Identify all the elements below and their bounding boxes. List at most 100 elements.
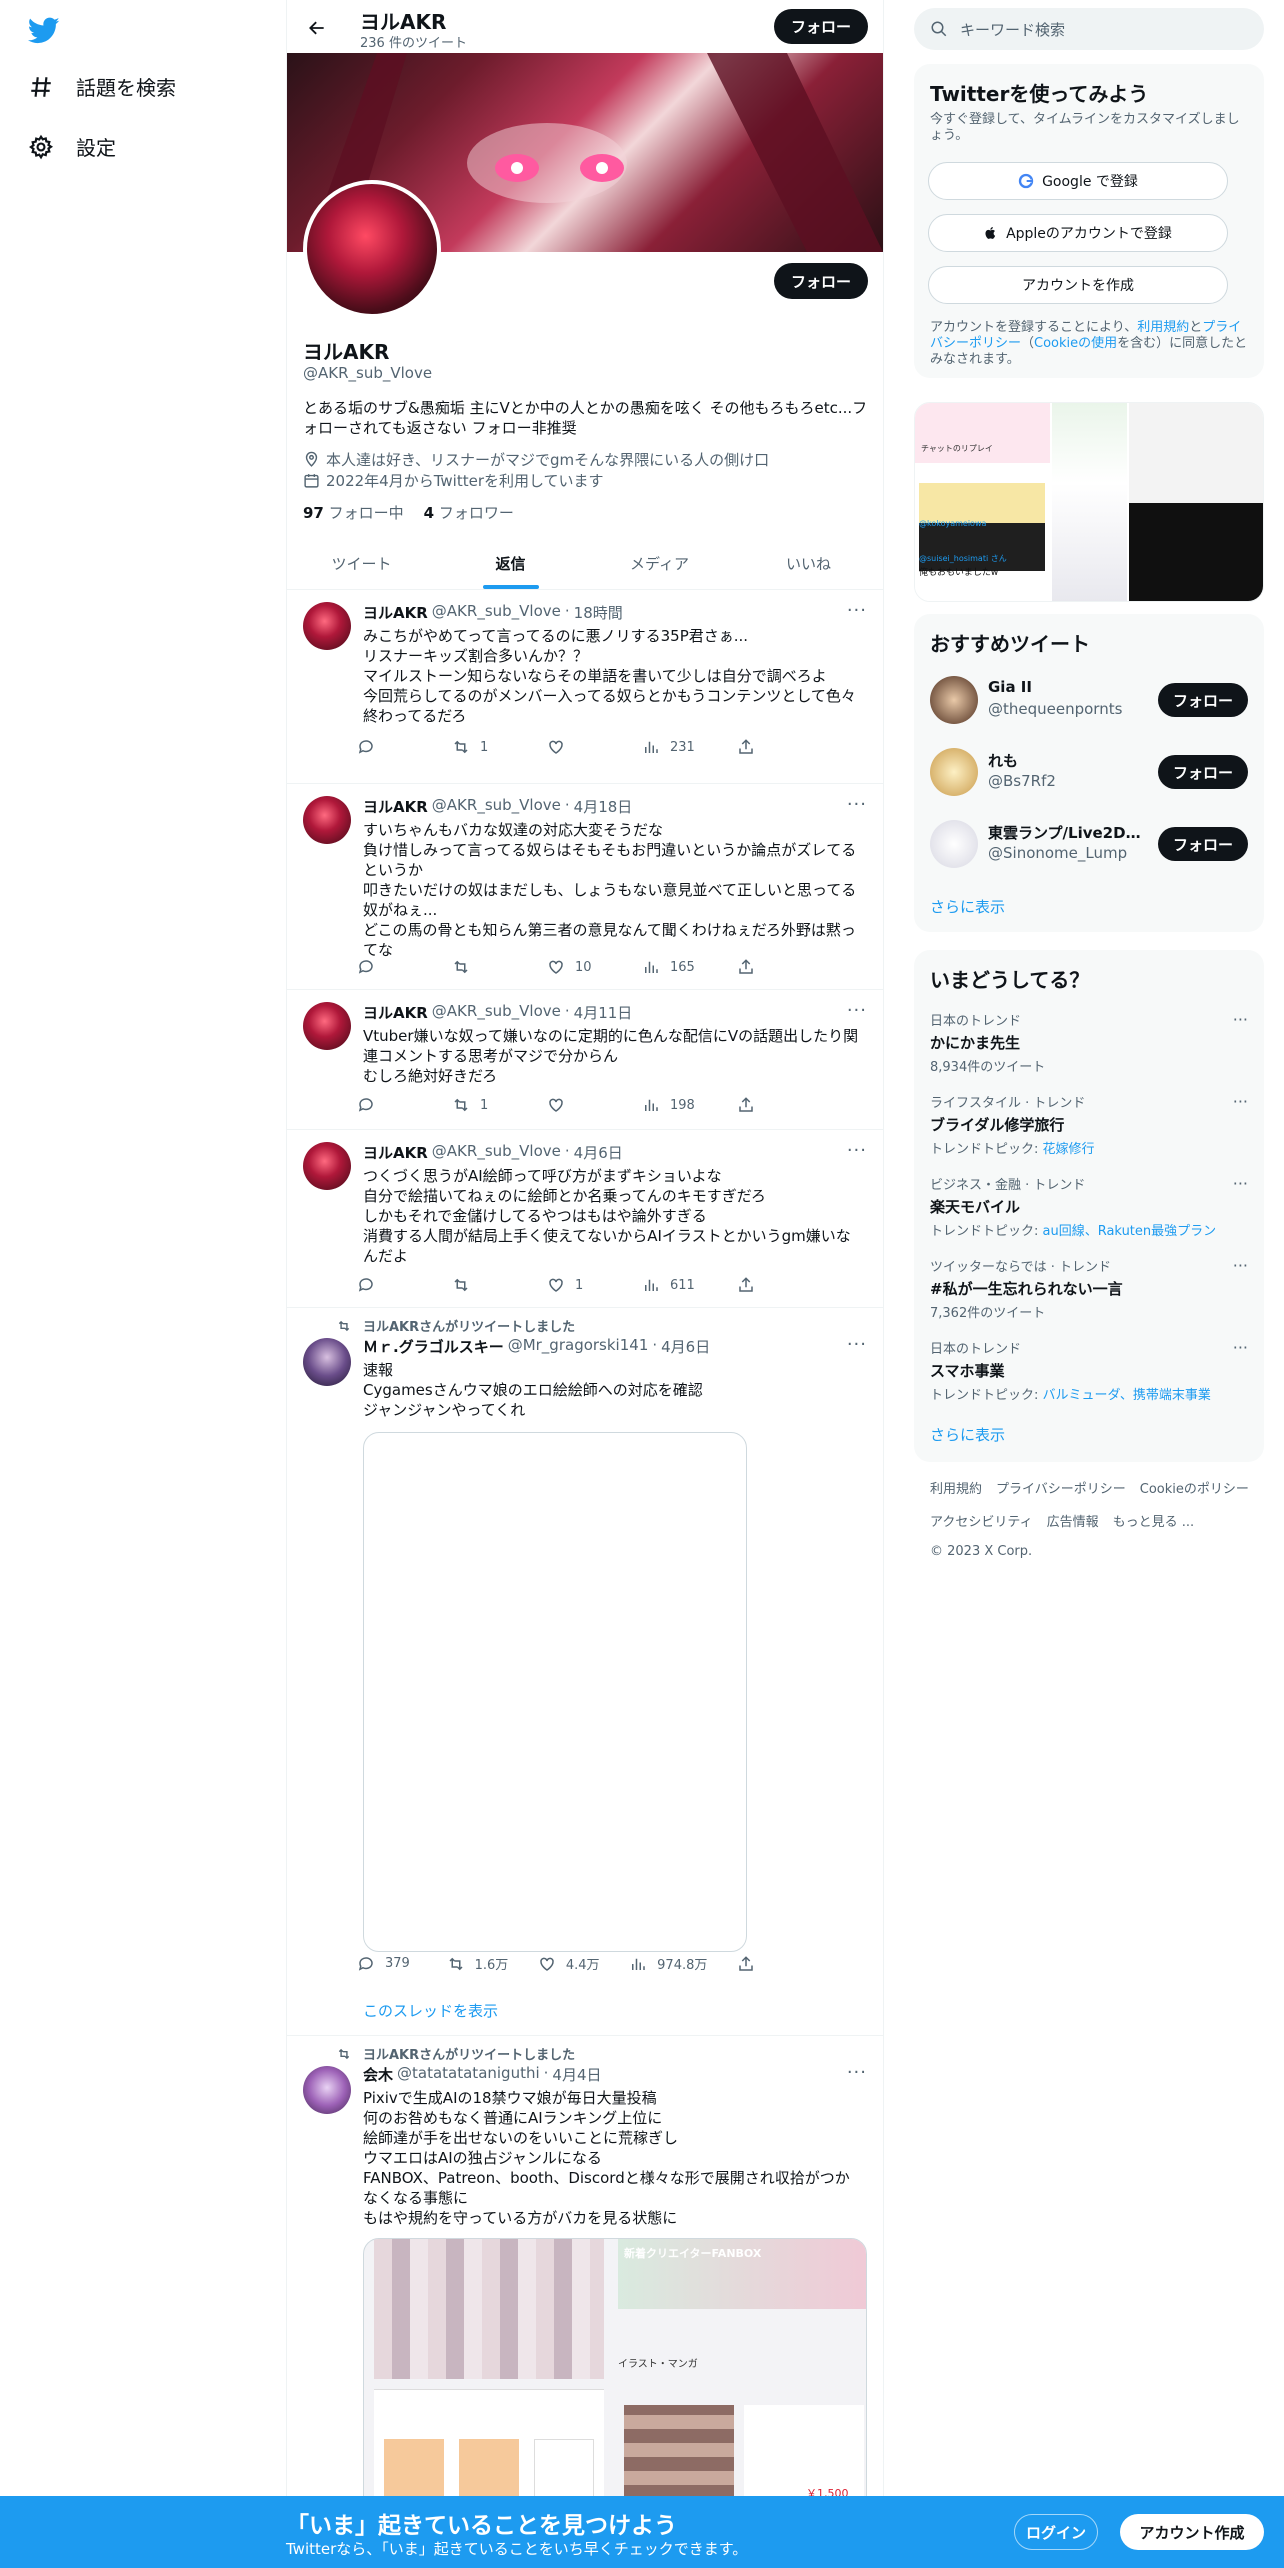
trend-more-icon[interactable]: ··· [1233, 1338, 1248, 1357]
more-icon[interactable]: ··· [847, 1140, 867, 1161]
share-button[interactable] [737, 958, 797, 976]
suggested-user[interactable]: れも @Bs7Rf2 フォロー [930, 742, 1248, 802]
tweet-author-handle[interactable]: @AKR_sub_Vlove [432, 602, 561, 623]
tweet[interactable]: ヨルAKR @AKR_sub_Vlove · 18時間 ··· みこちがやめてっ… [287, 590, 883, 784]
tweet-time[interactable]: 4月6日 [661, 1336, 710, 1357]
like-button[interactable]: 10 [547, 958, 607, 976]
trend-more-icon[interactable]: ··· [1233, 1010, 1248, 1029]
suggested-user[interactable]: 東雲ランプ/Live2Dデ... @Sinonome_Lump フォロー [930, 814, 1248, 874]
tab-media[interactable]: メディア [585, 537, 734, 589]
media-grid[interactable]: チャットのリプレイ @kokoyameiowa @suisei_hosimati… [914, 402, 1264, 602]
suggested-follow-button[interactable]: フォロー [1158, 755, 1248, 789]
nav-explore[interactable]: 話題を検索 [28, 72, 176, 101]
more-icon[interactable]: ··· [847, 600, 867, 621]
tweet-time[interactable]: 18時間 [574, 602, 623, 623]
recommended-show-more[interactable]: さらに表示 [930, 896, 1005, 917]
tweet-author-handle[interactable]: @tatatatataniguthi [397, 2064, 540, 2085]
header-follow-button[interactable]: フォロー [774, 9, 868, 44]
nav-settings[interactable]: 設定 [28, 132, 116, 161]
footer-cookie[interactable]: Cookieのポリシー [1140, 1478, 1249, 1497]
tweet-avatar[interactable] [303, 1002, 351, 1050]
cookie-link[interactable]: Cookieの使用 [1034, 336, 1117, 351]
share-button[interactable] [737, 1954, 797, 1973]
tweet-author-name[interactable]: 会木 [363, 2064, 393, 2085]
suggested-follow-button[interactable]: フォロー [1158, 683, 1248, 717]
retweet-button[interactable]: 1 [452, 1096, 512, 1114]
tab-tweets[interactable]: ツイート [287, 537, 436, 589]
trend-meta-link[interactable]: au回線、Rakuten最強プラン [1043, 1224, 1217, 1239]
trends-show-more[interactable]: さらに表示 [930, 1424, 1005, 1445]
tweet-avatar[interactable] [303, 2066, 351, 2114]
retweeted-by-label[interactable]: ヨルAKRさんがリツイートしました [363, 1316, 575, 1335]
trend-item[interactable]: ライフスタイル · トレンド ブライダル修学旅行 トレンドトピック: 花嫁修行 … [930, 1092, 1248, 1157]
retweet-button[interactable] [452, 958, 512, 976]
show-thread-link[interactable]: このスレッドを表示 [363, 2000, 498, 2021]
tweet-avatar[interactable] [303, 602, 351, 650]
reply-button[interactable] [357, 958, 417, 976]
trend-more-icon[interactable]: ··· [1233, 1174, 1248, 1193]
tweet-author-handle[interactable]: @AKR_sub_Vlove [432, 796, 561, 817]
twitter-logo-icon[interactable] [28, 14, 60, 46]
tweet-time[interactable]: 4月4日 [552, 2064, 601, 2085]
tab-replies[interactable]: 返信 [436, 537, 585, 589]
trend-item[interactable]: 日本のトレンド かにかま先生 8,934件のツイート ··· [930, 1010, 1248, 1075]
followers-link[interactable]: 4 フォロワー [424, 502, 514, 523]
tweet-avatar[interactable] [303, 1338, 351, 1386]
footer-more[interactable]: もっと見る ... [1113, 1511, 1195, 1530]
tweet-author-name[interactable]: ヨルAKR [363, 1142, 428, 1163]
footer-ads[interactable]: 広告情報 [1047, 1511, 1099, 1530]
tweet-author-handle[interactable]: @AKR_sub_Vlove [432, 1002, 561, 1023]
signup-button[interactable]: アカウント作成 [1120, 2514, 1264, 2550]
search-box[interactable]: キーワード検索 [914, 8, 1264, 50]
suggested-user[interactable]: Gia II @thequeenpornts フォロー [930, 670, 1248, 730]
views-button[interactable]: 231 [642, 738, 702, 756]
tweet-author-name[interactable]: Ｍｒ.グラゴルスキー [363, 1336, 504, 1357]
create-account-button[interactable]: アカウントを作成 [928, 266, 1228, 304]
more-icon[interactable]: ··· [847, 2062, 867, 2083]
views-button[interactable]: 611 [642, 1276, 702, 1294]
login-button[interactable]: ログイン [1014, 2514, 1098, 2550]
tweet-time[interactable]: 4月11日 [574, 1002, 633, 1023]
tweet-time[interactable]: 4月18日 [574, 796, 633, 817]
trend-item[interactable]: ツイッターならでは · トレンド #私が一生忘れられない一言 7,362件のツイ… [930, 1256, 1248, 1321]
like-button[interactable]: 4.4万 [538, 1954, 600, 1973]
reply-button[interactable] [357, 1096, 417, 1114]
retweeted-by-label[interactable]: ヨルAKRさんがリツイートしました [363, 2044, 575, 2063]
profile-follow-button[interactable]: フォロー [774, 263, 868, 299]
tweet-author-handle[interactable]: @Mr_gragorski141 [508, 1336, 649, 1357]
trend-meta-link[interactable]: 花嫁修行 [1043, 1142, 1095, 1157]
retweet-button[interactable]: 1 [452, 738, 512, 756]
footer-accessibility[interactable]: アクセシビリティ [930, 1511, 1033, 1530]
tweet[interactable]: ヨルAKR @AKR_sub_Vlove · 4月11日 ··· Vtuber嫌… [287, 990, 883, 1130]
like-button[interactable] [547, 1096, 607, 1114]
more-icon[interactable]: ··· [847, 1334, 867, 1355]
footer-terms[interactable]: 利用規約 [930, 1478, 982, 1497]
share-button[interactable] [737, 1276, 797, 1294]
trend-item[interactable]: ビジネス・金融 · トレンド 楽天モバイル トレンドトピック: au回線、Rak… [930, 1174, 1248, 1239]
views-button[interactable]: 165 [642, 958, 702, 976]
footer-privacy[interactable]: プライバシーポリシー [996, 1478, 1126, 1497]
tweet-author-handle[interactable]: @AKR_sub_Vlove [432, 1142, 561, 1163]
back-button[interactable] [301, 12, 333, 44]
profile-avatar[interactable] [303, 180, 441, 318]
trend-more-icon[interactable]: ··· [1233, 1092, 1248, 1111]
trend-more-icon[interactable]: ··· [1233, 1256, 1248, 1275]
suggested-follow-button[interactable]: フォロー [1158, 827, 1248, 861]
share-button[interactable] [737, 1096, 797, 1114]
like-button[interactable]: 1 [547, 1276, 607, 1294]
tab-likes[interactable]: いいね [734, 537, 883, 589]
share-button[interactable] [737, 738, 797, 756]
trend-item[interactable]: 日本のトレンド スマホ事業 トレンドトピック: バルミューダ、携帯端末事業 ··… [930, 1338, 1248, 1403]
following-link[interactable]: 97 フォロー中 [303, 502, 404, 523]
retweet-button[interactable]: 1.6万 [447, 1954, 508, 1973]
tweet-avatar[interactable] [303, 1142, 351, 1190]
more-icon[interactable]: ··· [847, 1000, 867, 1021]
tweet[interactable]: ヨルAKRさんがリツイートしました Ｍｒ.グラゴルスキー @Mr_gragors… [287, 1308, 883, 2036]
views-button[interactable]: 198 [642, 1096, 702, 1114]
tweet-author-name[interactable]: ヨルAKR [363, 796, 428, 817]
reply-button[interactable]: 379 [357, 1954, 417, 1973]
tweet-avatar[interactable] [303, 796, 351, 844]
tweet-time[interactable]: 4月6日 [574, 1142, 623, 1163]
google-signup-button[interactable]: Google で登録 [928, 162, 1228, 200]
terms-link[interactable]: 利用規約 [1137, 320, 1189, 335]
